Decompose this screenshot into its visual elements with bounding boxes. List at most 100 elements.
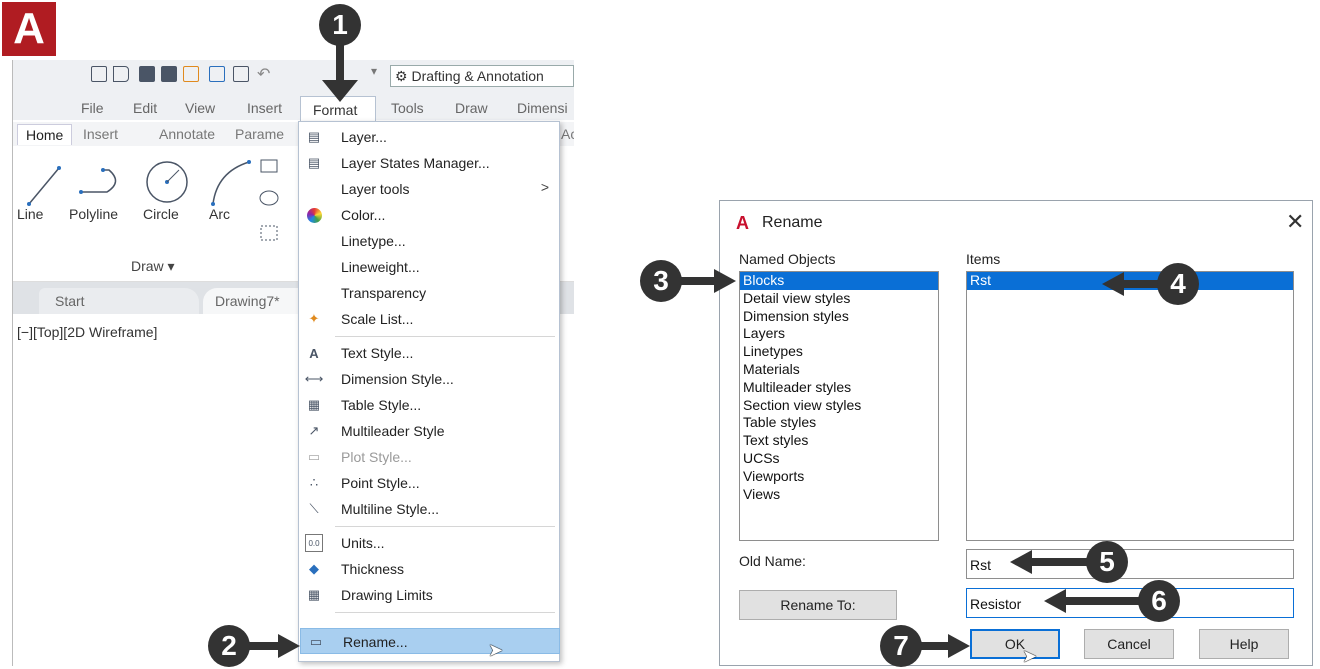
menu-edit[interactable]: Edit xyxy=(133,100,157,116)
items-list[interactable]: Rst xyxy=(966,271,1294,541)
menu-item-dimension-style[interactable]: ⟷ Dimension Style... xyxy=(299,366,559,392)
new-icon[interactable] xyxy=(91,66,107,82)
gear-icon: ⚙ xyxy=(395,68,408,84)
list-item[interactable]: Viewports xyxy=(740,468,938,486)
named-objects-label: Named Objects xyxy=(739,251,836,267)
table-style-icon: ▦ xyxy=(307,397,321,412)
callout-1: 1 xyxy=(319,4,361,46)
rename-to-button[interactable]: Rename To: xyxy=(739,590,897,620)
rename-dialog: A Rename ✕ Named Objects Items Blocks De… xyxy=(719,200,1313,666)
menu-item-linetype[interactable]: Linetype... xyxy=(299,228,559,254)
viewport-label[interactable]: [−][Top][2D Wireframe] xyxy=(17,324,157,340)
list-item-blocks[interactable]: Blocks xyxy=(740,272,938,290)
plot-icon[interactable] xyxy=(233,66,249,82)
draw-panel-label[interactable]: Draw ▾ xyxy=(131,258,175,275)
arc-tool-label[interactable]: Arc xyxy=(209,206,230,222)
list-item[interactable]: Detail view styles xyxy=(740,290,938,308)
callout-arrowhead xyxy=(1044,589,1066,613)
callout-6: 6 xyxy=(1138,580,1180,622)
menu-view[interactable]: View xyxy=(185,100,215,116)
menu-item-lineweight[interactable]: Lineweight... xyxy=(299,254,559,280)
circle-tool-label[interactable]: Circle xyxy=(143,206,179,222)
list-item[interactable]: Text styles xyxy=(740,432,938,450)
workspace-selector[interactable]: ⚙ Drafting & Annotation xyxy=(390,65,574,87)
list-item[interactable]: Multileader styles xyxy=(740,379,938,397)
menu-draw[interactable]: Draw xyxy=(455,100,488,116)
draw-tools-graphics xyxy=(27,159,279,241)
tab-partial[interactable]: Ac xyxy=(561,126,574,142)
tab-annotate[interactable]: Annotate xyxy=(159,126,215,142)
menu-item-text-style[interactable]: A Text Style... xyxy=(299,340,559,366)
list-item[interactable]: UCSs xyxy=(740,450,938,468)
callout-arrow xyxy=(678,277,718,285)
menu-insert[interactable]: Insert xyxy=(247,100,282,116)
items-label: Items xyxy=(966,251,1001,267)
polyline-tool-icon xyxy=(79,168,117,194)
drawing-limits-icon: ▦ xyxy=(307,587,321,602)
menu-dimension[interactable]: Dimensi xyxy=(517,100,568,116)
mouse-cursor-icon: ➤ xyxy=(488,640,504,660)
list-item[interactable]: Layers xyxy=(740,325,938,343)
old-name-label: Old Name: xyxy=(739,553,806,569)
callout-4: 4 xyxy=(1157,263,1199,305)
menu-item-multileader-style[interactable]: ↗ Multileader Style xyxy=(299,418,559,444)
callout-arrow xyxy=(336,42,344,82)
application-menu-button[interactable]: A xyxy=(2,2,56,56)
line-tool-label[interactable]: Line xyxy=(17,206,43,222)
color-wheel-icon xyxy=(305,206,323,224)
menu-item-color[interactable]: Color... xyxy=(299,202,559,228)
text-style-icon: A xyxy=(309,345,319,361)
list-item[interactable]: Materials xyxy=(740,361,938,379)
multileader-style-icon: ↗ xyxy=(308,423,320,438)
menu-item-table-style[interactable]: ▦ Table Style... xyxy=(299,392,559,418)
callout-arrow xyxy=(1122,280,1160,288)
menu-item-rename[interactable]: ▭ Rename... xyxy=(300,628,560,654)
list-item[interactable]: Section view styles xyxy=(740,397,938,415)
tab-home[interactable]: Home xyxy=(17,124,73,145)
layer-states-icon: ▤ xyxy=(307,155,321,170)
open-icon[interactable] xyxy=(113,66,129,82)
save-icon[interactable] xyxy=(139,66,155,82)
list-item[interactable]: Views xyxy=(740,486,938,504)
help-button[interactable]: Help xyxy=(1199,629,1289,659)
menu-item-drawing-limits[interactable]: ▦ Drawing Limits xyxy=(299,582,559,608)
circle-tool-icon xyxy=(146,161,188,203)
tab-insert[interactable]: Insert xyxy=(83,126,118,142)
callout-arrowhead xyxy=(1010,550,1032,574)
save-as-icon[interactable] xyxy=(161,66,177,82)
dropdown-arrow-icon[interactable]: ▾ xyxy=(371,64,377,78)
callout-arrow xyxy=(246,642,280,650)
list-item[interactable]: Table styles xyxy=(740,414,938,432)
line-tool-icon xyxy=(27,166,61,206)
polyline-tool-label[interactable]: Polyline xyxy=(69,206,118,222)
undo-icon[interactable]: ↶ xyxy=(257,64,270,84)
menu-item-layer-states-manager[interactable]: ▤ Layer States Manager... xyxy=(299,150,559,176)
autocad-logo-icon: A xyxy=(736,213,749,233)
menu-item-layer-tools[interactable]: Layer tools > xyxy=(299,176,559,202)
ok-button[interactable]: OK xyxy=(970,629,1060,659)
web-mobile-icon[interactable] xyxy=(183,66,199,82)
menu-item-point-style[interactable]: ∴ Point Style... xyxy=(299,470,559,496)
close-icon[interactable]: ✕ xyxy=(1286,209,1304,235)
callout-arrowhead xyxy=(948,634,970,658)
callout-arrowhead xyxy=(322,80,358,102)
workspace-label: Drafting & Annotation xyxy=(411,68,544,84)
cancel-button[interactable]: Cancel xyxy=(1084,629,1174,659)
menu-item-layer[interactable]: ▤ Layer... xyxy=(299,124,559,150)
named-objects-list[interactable]: Blocks Detail view styles Dimension styl… xyxy=(739,271,939,541)
tab-start[interactable]: Start xyxy=(39,288,199,314)
menu-item-thickness[interactable]: ◆ Thickness xyxy=(299,556,559,582)
list-item[interactable]: Linetypes xyxy=(740,343,938,361)
callout-3: 3 xyxy=(640,260,682,302)
menu-file[interactable]: File xyxy=(81,100,104,116)
menu-item-scale-list[interactable]: ✦ Scale List... xyxy=(299,306,559,332)
menu-tools[interactable]: Tools xyxy=(391,100,424,116)
menu-item-units[interactable]: 0.0 Units... xyxy=(299,530,559,556)
tab-drawing[interactable]: Drawing7* xyxy=(203,288,313,314)
menu-item-transparency[interactable]: Transparency xyxy=(299,280,559,306)
menu-item-multiline-style[interactable]: ⟍ Multiline Style... xyxy=(299,496,559,522)
list-item[interactable]: Dimension styles xyxy=(740,308,938,326)
autocad-logo-icon: A xyxy=(13,4,45,53)
tab-parametric[interactable]: Parame xyxy=(235,126,284,142)
upload-icon[interactable] xyxy=(209,66,225,82)
